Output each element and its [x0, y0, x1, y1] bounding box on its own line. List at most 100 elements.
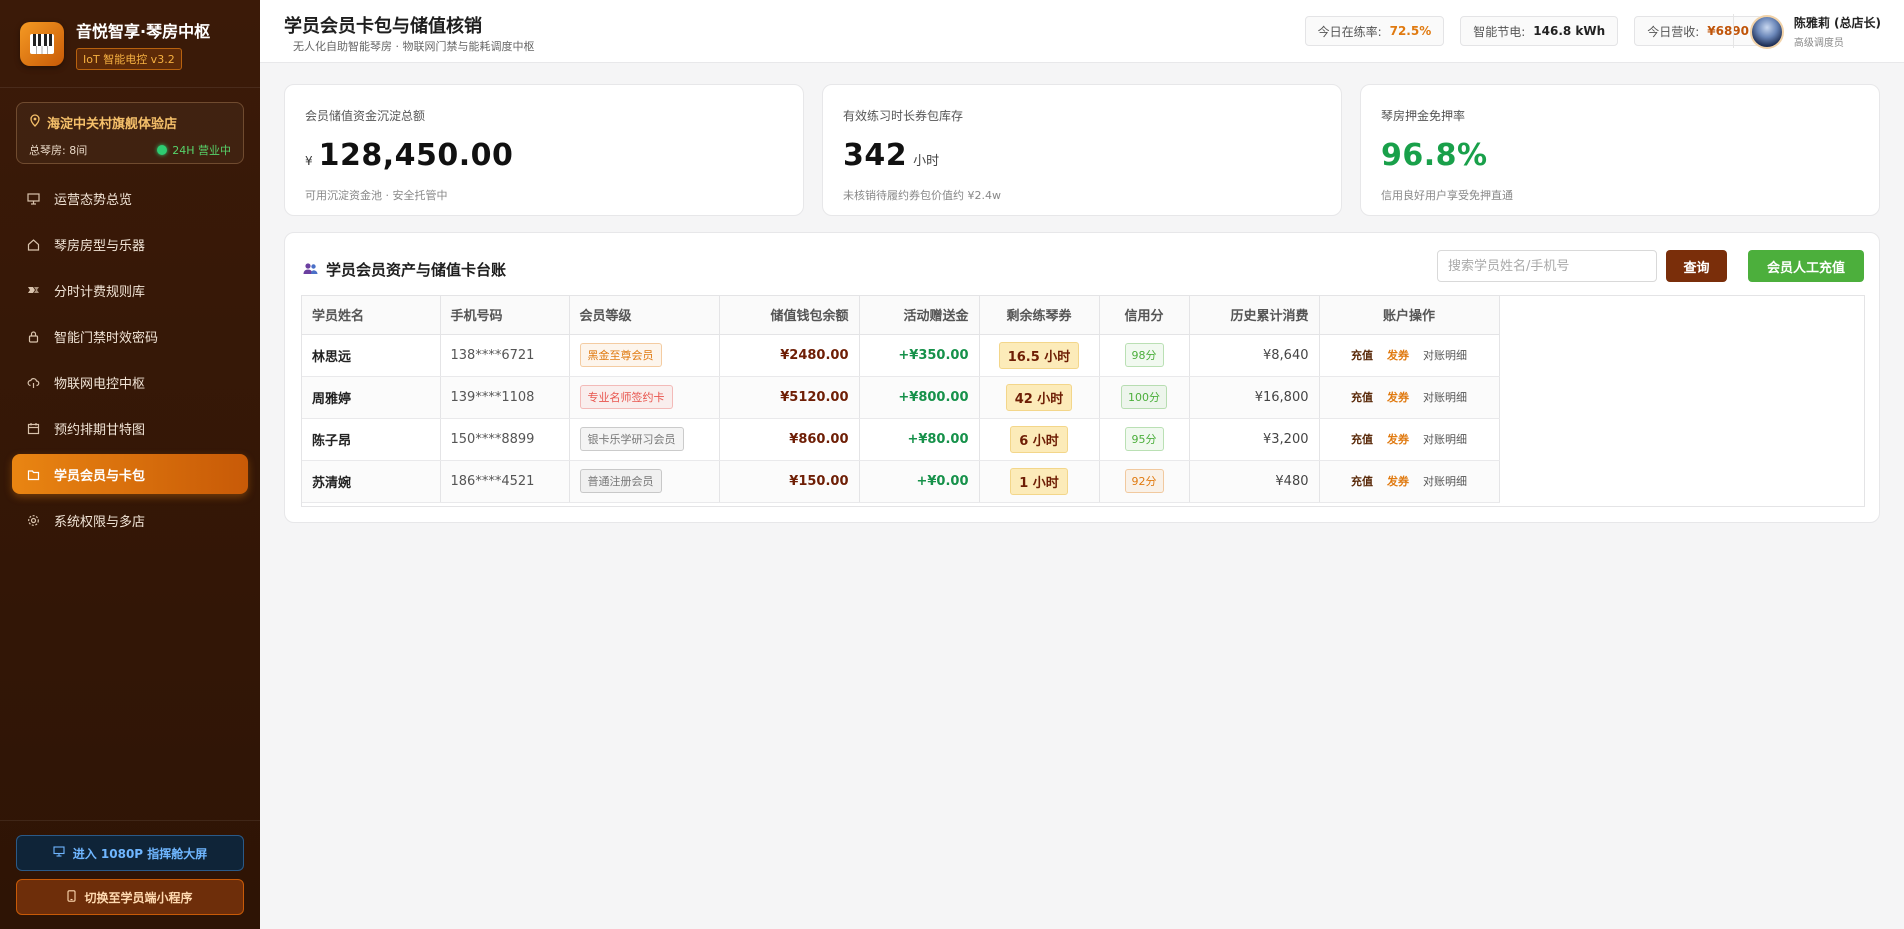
- issue-coupon-link[interactable]: 发券: [1387, 473, 1409, 489]
- calendar-icon: [26, 421, 40, 435]
- page-subtitle: 无人化自助智能琴房 · 物联网门禁与能耗调度中枢: [293, 40, 535, 53]
- credit-badge: 95分: [1124, 427, 1164, 451]
- cell-ops: 充值 发券 对账明细: [1319, 376, 1500, 419]
- cell-balance: ¥2480.00: [719, 334, 860, 377]
- kpi-value: 96.8%: [1381, 138, 1488, 173]
- cell-bonus: +¥80.00: [859, 418, 980, 461]
- online-status-dot-icon: [157, 145, 168, 155]
- folder-icon: [26, 467, 40, 481]
- issue-coupon-link[interactable]: 发券: [1387, 431, 1409, 447]
- col-header: 信用分: [1099, 296, 1190, 335]
- statement-link[interactable]: 对账明细: [1423, 431, 1467, 447]
- kpi-card-balance: 会员储值资金沉淀总额 ¥128,450.00 可用沉淀资金池 · 安全托管中: [284, 84, 804, 216]
- statement-link[interactable]: 对账明细: [1423, 473, 1467, 489]
- kpi-card-deposit-free: 琴房押金免押率 96.8% 信用良好用户享受免押直通: [1360, 84, 1880, 216]
- sidebar-nav: 运营态势总览 琴房房型与乐器 分时计费规则库 智能门禁时效密码 物联网电控中枢 …: [0, 178, 260, 540]
- sidebar-item-access[interactable]: 智能门禁时效密码: [12, 316, 248, 356]
- brand-version-badge: IoT 智能电控 v3.2: [76, 47, 182, 70]
- sidebar-item-pricing[interactable]: 分时计费规则库: [12, 270, 248, 310]
- sidebar-item-label: 系统权限与多店: [54, 514, 146, 530]
- brand-title: 音悦智享·琴房中枢: [76, 21, 211, 41]
- home-icon: [26, 237, 40, 251]
- cell-total: ¥8,640: [1189, 334, 1320, 377]
- recharge-link[interactable]: 充值: [1351, 473, 1373, 489]
- search-input[interactable]: [1437, 250, 1657, 282]
- cell-level: 普通注册会员: [569, 460, 720, 503]
- col-header: 学员姓名: [302, 296, 441, 335]
- recharge-link[interactable]: 充值: [1351, 347, 1373, 363]
- sidebar-item-schedule[interactable]: 预约排期甘特图: [12, 408, 248, 448]
- table-header-row: 学员姓名 手机号码 会员等级 储值钱包余额 活动赠送金 剩余练琴券 信用分 历史…: [302, 296, 1500, 335]
- table-row: 陈子昂 150****8899 银卡乐学研习会员 ¥860.00 +¥80.00 6 小时…: [302, 418, 1500, 461]
- brand: 音悦智享·琴房中枢 IoT 智能电控 v3.2: [0, 0, 260, 88]
- recharge-link[interactable]: 充值: [1351, 431, 1373, 447]
- sidebar-item-label: 分时计费规则库: [54, 284, 146, 300]
- cell-phone: 139****1108: [440, 376, 570, 419]
- gear-icon: [26, 513, 40, 527]
- table-row: 林思远 138****6721 黑金至尊会员 ¥2480.00 +¥350.00 16.5…: [302, 334, 1500, 377]
- level-badge: 银卡乐学研习会员: [579, 427, 684, 451]
- sidebar-item-iot[interactable]: 物联网电控中枢: [12, 362, 248, 402]
- location-pin-icon: [29, 114, 41, 131]
- col-header: 历史累计消费: [1189, 296, 1320, 335]
- piano-logo-icon: [20, 21, 64, 66]
- issue-coupon-link[interactable]: 发券: [1387, 347, 1409, 363]
- hours-badge: 6 小时: [1010, 425, 1068, 453]
- page-title: 学员会员卡包与储值核销: [284, 16, 482, 37]
- sidebar-footer: 进入 1080P 指挥舱大屏 切换至学员端小程序: [0, 820, 260, 929]
- sidebar-item-label: 智能门禁时效密码: [54, 330, 159, 346]
- hours-badge: 42 小时: [1005, 383, 1073, 411]
- kpi-card-hours: 有效练习时长券包库存 342 小时 未核销待履约券包价值约 ¥2.4w: [822, 84, 1342, 216]
- sidebar: 音悦智享·琴房中枢 IoT 智能电控 v3.2 海淀中关村旗舰体验店 总琴房: …: [0, 0, 260, 929]
- user-name: 陈雅莉 (总店长): [1793, 16, 1881, 30]
- cell-name: 陈子昂: [302, 418, 441, 461]
- sidebar-item-settings[interactable]: 系统权限与多店: [12, 500, 248, 540]
- cell-phone: 138****6721: [440, 334, 570, 377]
- store-card[interactable]: 海淀中关村旗舰体验店 总琴房: 8间 24H 营业中: [16, 102, 244, 164]
- manual-recharge-button[interactable]: 会员人工充值: [1748, 250, 1864, 282]
- cell-name: 苏清婉: [302, 460, 441, 503]
- cell-bonus: +¥0.00: [859, 460, 980, 503]
- statement-link[interactable]: 对账明细: [1423, 347, 1467, 363]
- sidebar-item-members[interactable]: 学员会员与卡包: [12, 454, 248, 494]
- cell-bonus: +¥800.00: [859, 376, 980, 419]
- col-header: 会员等级: [569, 296, 720, 335]
- cell-name: 林思远: [302, 334, 441, 377]
- query-button[interactable]: 查询: [1666, 250, 1727, 282]
- lock-icon: [26, 329, 40, 343]
- big-screen-button[interactable]: 进入 1080P 指挥舱大屏: [16, 835, 244, 871]
- sidebar-item-label: 物联网电控中枢: [54, 376, 146, 392]
- sidebar-item-label: 琴房房型与乐器: [54, 238, 146, 254]
- sidebar-item-label: 预约排期甘特图: [54, 422, 146, 438]
- mini-program-button[interactable]: 切换至学员端小程序: [16, 879, 244, 915]
- cell-phone: 186****4521: [440, 460, 570, 503]
- cell-total: ¥480: [1189, 460, 1320, 503]
- recharge-link[interactable]: 充值: [1351, 389, 1373, 405]
- stat-revenue: 今日营收: ¥6890: [1634, 16, 1762, 46]
- issue-coupon-link[interactable]: 发券: [1387, 389, 1409, 405]
- cell-level: 专业名师签约卡: [569, 376, 720, 419]
- header-divider: [1733, 14, 1734, 48]
- col-header: 储值钱包余额: [719, 296, 860, 335]
- sidebar-item-label: 运营态势总览: [54, 192, 133, 208]
- member-ledger-panel: 学员会员资产与储值卡台账 查询 会员人工充值 学员姓名 手机号码 会员等级 储值…: [284, 232, 1880, 523]
- statement-link[interactable]: 对账明细: [1423, 389, 1467, 405]
- cell-bonus: +¥350.00: [859, 334, 980, 377]
- cell-hours: 42 小时: [979, 376, 1100, 419]
- store-name: 海淀中关村旗舰体验店: [47, 117, 178, 132]
- cell-balance: ¥5120.00: [719, 376, 860, 419]
- user-profile[interactable]: 陈雅莉 (总店长) 高级调度员: [1749, 14, 1881, 49]
- cell-balance: ¥860.00: [719, 418, 860, 461]
- cell-ops: 充值 发券 对账明细: [1319, 334, 1500, 377]
- member-table: 学员姓名 手机号码 会员等级 储值钱包余额 活动赠送金 剩余练琴券 信用分 历史…: [302, 296, 1500, 503]
- phone-icon: [67, 889, 77, 905]
- hours-badge: 1 小时: [1010, 467, 1068, 495]
- cell-credit: 95分: [1099, 418, 1190, 461]
- col-header: 账户操作: [1319, 296, 1500, 335]
- cell-total: ¥16,800: [1189, 376, 1320, 419]
- user-role: 高级调度员: [1793, 38, 1844, 49]
- sidebar-item-rooms[interactable]: 琴房房型与乐器: [12, 224, 248, 264]
- credit-badge: 92分: [1124, 469, 1164, 493]
- sidebar-item-overview[interactable]: 运营态势总览: [12, 178, 248, 218]
- store-status: 24H 营业中: [172, 144, 231, 157]
